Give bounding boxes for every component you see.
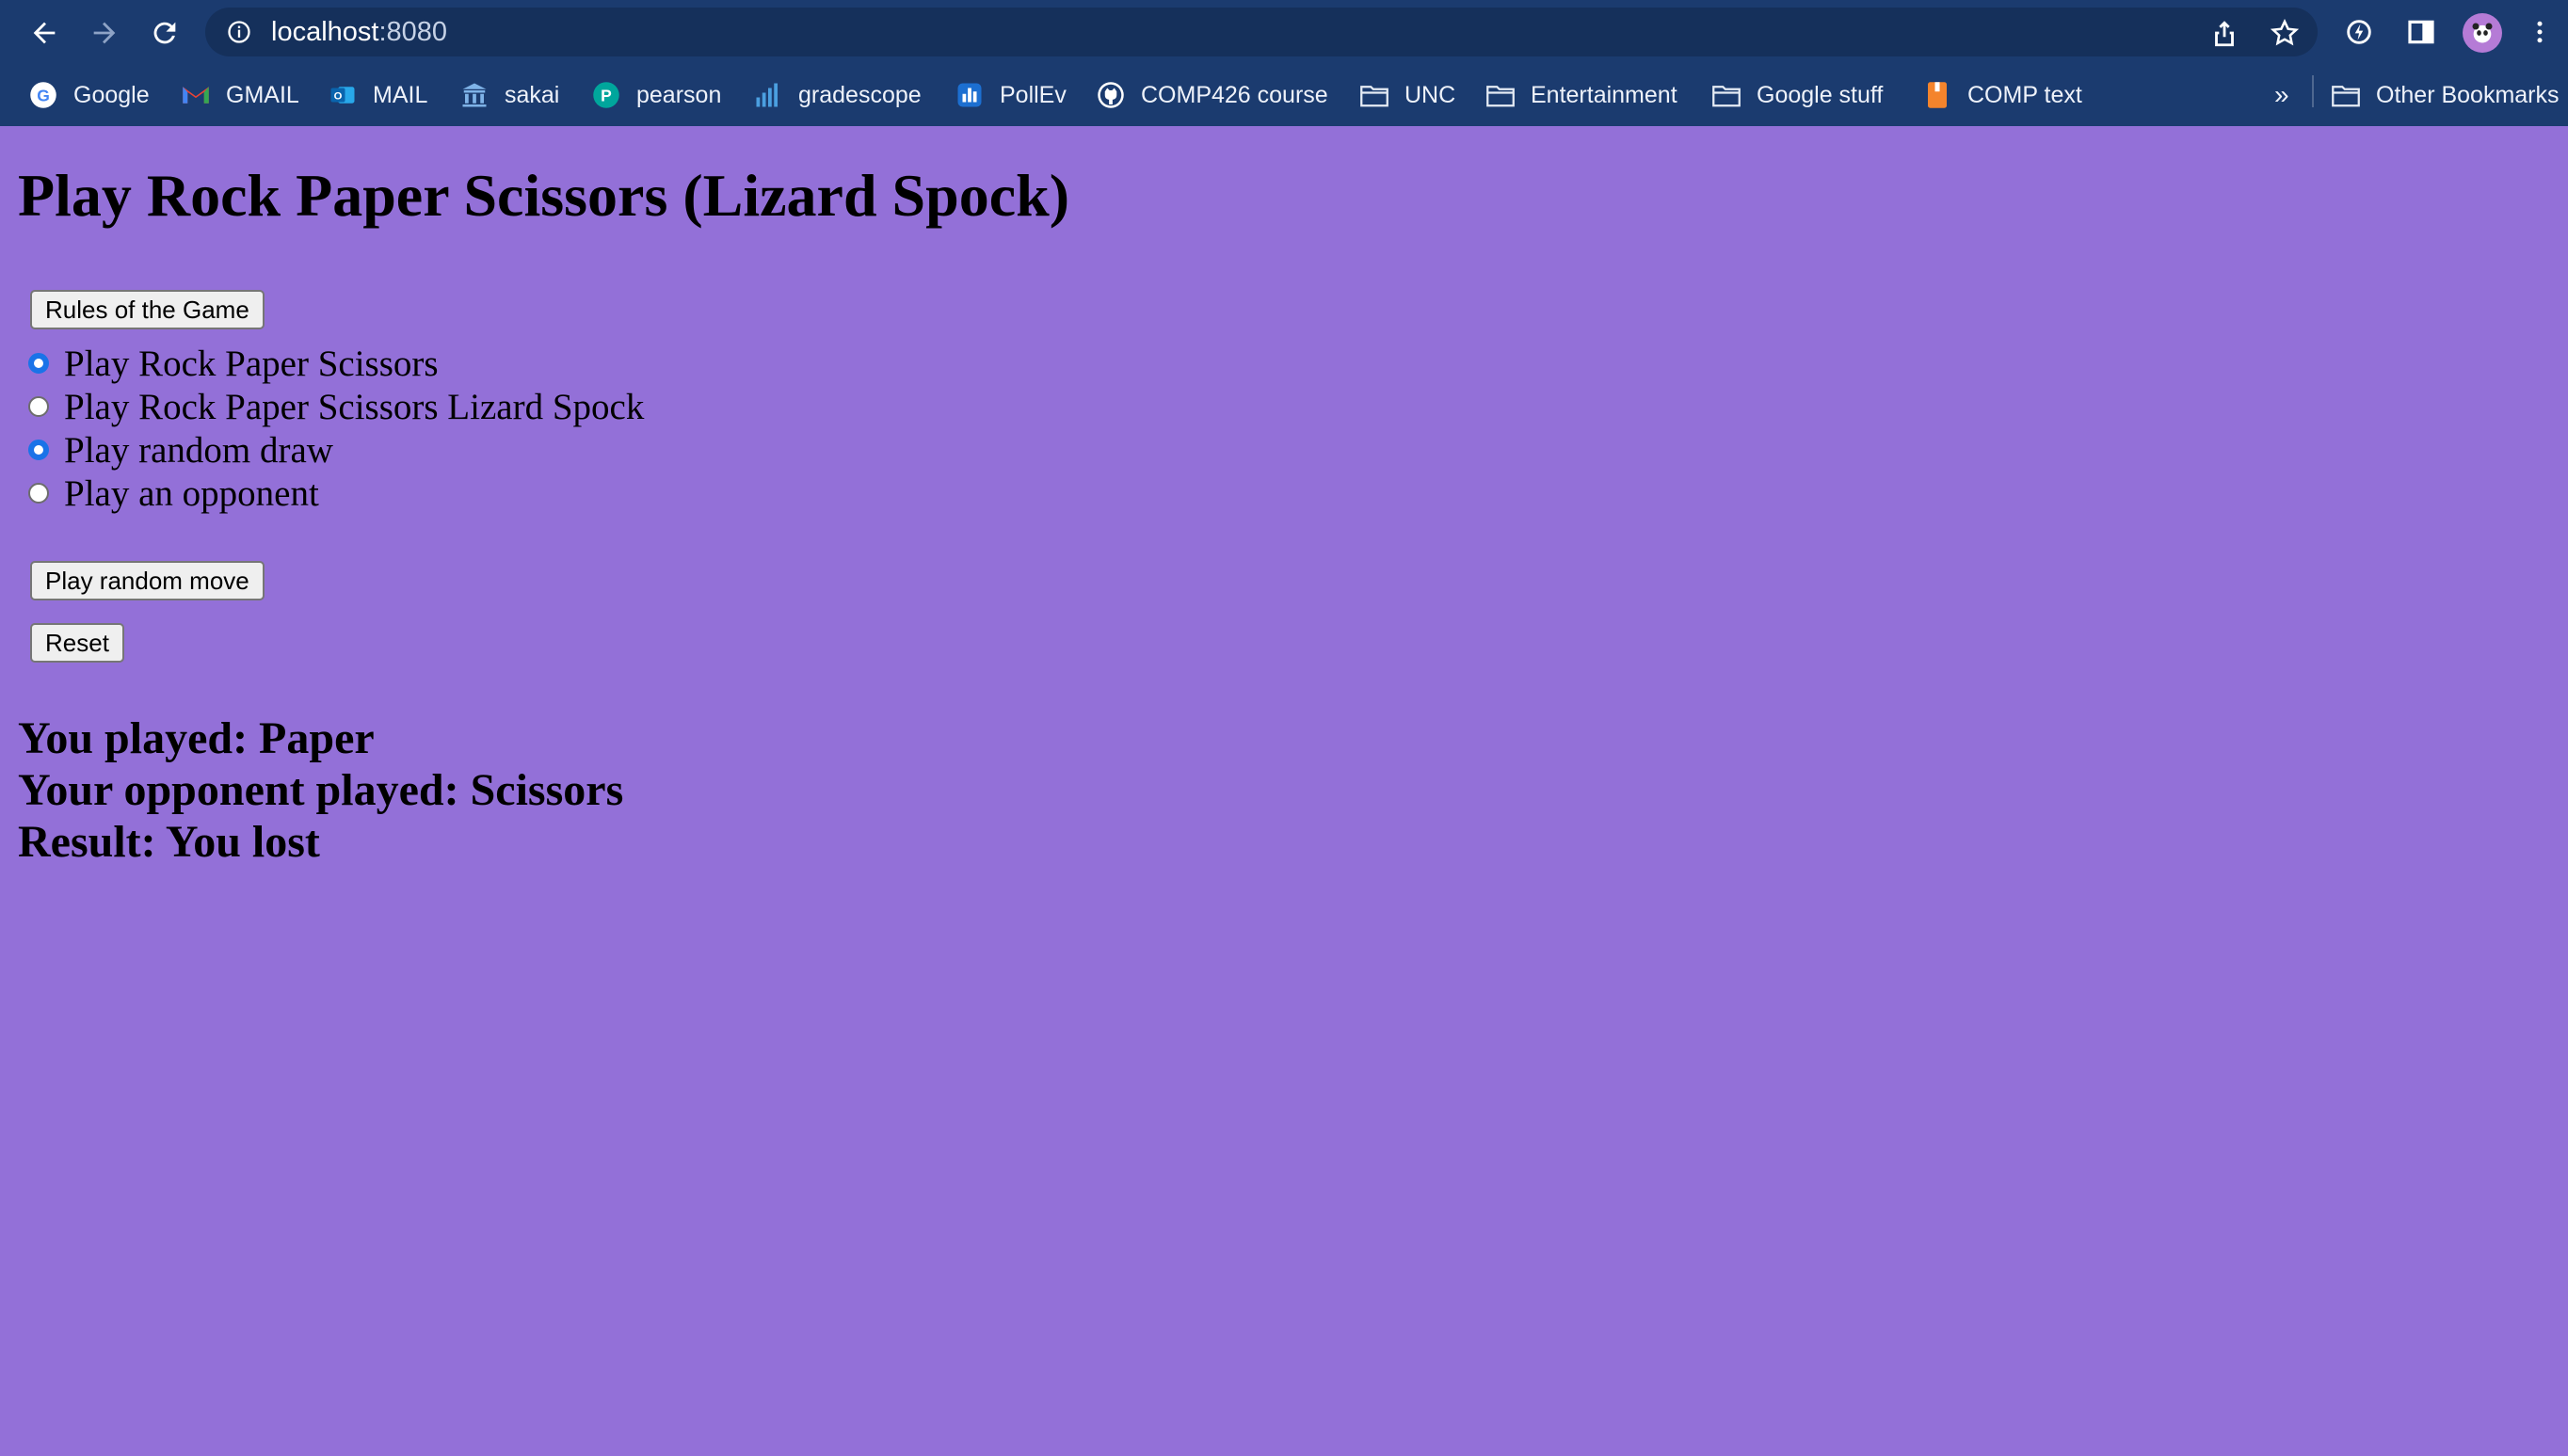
sakai-icon	[459, 80, 490, 110]
option-rps[interactable]: Play Rock Paper Scissors	[28, 343, 439, 384]
play-random-move-button[interactable]: Play random move	[30, 561, 265, 600]
option-label: Play random draw	[64, 429, 333, 471]
bookmark-label: UNC	[1404, 81, 1456, 108]
bookmark-pearson[interactable]: P pearson	[591, 77, 721, 113]
bookmark-label: Google	[73, 81, 150, 108]
github-icon	[1096, 80, 1126, 110]
bookmark-label: Other Bookmarks	[2376, 81, 2560, 108]
bookmark-label: MAIL	[373, 81, 428, 108]
bookmark-label: Entertainment	[1531, 81, 1677, 108]
browser-menu-button[interactable]	[2521, 13, 2559, 51]
radio-rpsls[interactable]	[28, 396, 49, 417]
radio-opponent[interactable]	[28, 483, 49, 504]
pearson-icon: P	[591, 80, 621, 110]
share-icon[interactable]	[2208, 17, 2240, 49]
bookmark-label: Google stuff	[1757, 81, 1884, 108]
google-icon: G	[28, 80, 58, 110]
folder-icon	[1359, 80, 1389, 110]
book-icon	[1922, 80, 1952, 110]
folder-icon	[2331, 80, 2361, 110]
bookmark-entertainment[interactable]: Entertainment	[1485, 77, 1677, 113]
bookmark-label: gradescope	[798, 81, 922, 108]
bookmark-google[interactable]: G Google	[28, 77, 150, 113]
bookmark-star-icon[interactable]	[2269, 17, 2301, 49]
url-text: localhost:8080	[271, 15, 447, 49]
address-bar[interactable]: localhost:8080	[205, 8, 2318, 56]
back-arrow-icon	[33, 22, 56, 44]
bookmark-other-bookmarks[interactable]: Other Bookmarks	[2331, 77, 2560, 113]
page-title: Play Rock Paper Scissors (Lizard Spock)	[18, 162, 1070, 229]
bookmark-label: PollEv	[1000, 81, 1067, 108]
url-port: :8080	[378, 17, 448, 47]
bookmark-label: GMAIL	[226, 81, 299, 108]
gmail-icon	[181, 80, 211, 110]
rules-button[interactable]: Rules of the Game	[30, 290, 265, 329]
result-text: Result: You lost	[18, 817, 320, 867]
you-played-text: You played: Paper	[18, 713, 375, 763]
browser-toolbar: localhost:8080	[0, 0, 2568, 64]
panda-avatar-icon	[2472, 23, 2493, 43]
radio-rps[interactable]	[28, 353, 49, 374]
extension-button[interactable]	[2340, 13, 2378, 51]
bookmark-gmail[interactable]: GMAIL	[181, 77, 299, 113]
option-label: Play Rock Paper Scissors	[64, 343, 439, 384]
bookmarks-bar: G Google GMAIL O MAIL sakai P pearson gr…	[0, 64, 2568, 126]
bookmark-label: sakai	[505, 81, 560, 108]
option-rpsls[interactable]: Play Rock Paper Scissors Lizard Spock	[28, 386, 644, 427]
bookmark-comp-text[interactable]: COMP text	[1922, 77, 2082, 113]
url-host: localhost	[271, 17, 379, 47]
bookmark-mail[interactable]: O MAIL	[328, 77, 427, 113]
svg-text:P: P	[601, 86, 612, 104]
info-icon[interactable]	[226, 19, 252, 45]
svg-text:O: O	[334, 90, 343, 102]
folder-icon	[1485, 80, 1516, 110]
bookmark-google-stuff[interactable]: Google stuff	[1711, 77, 1883, 113]
reset-button[interactable]: Reset	[30, 623, 124, 663]
bookmark-label: pearson	[636, 81, 722, 108]
reload-button[interactable]	[141, 9, 188, 56]
bookmark-label: COMP426 course	[1141, 81, 1328, 108]
outlook-icon: O	[328, 80, 358, 110]
more-vertical-icon	[2537, 21, 2543, 43]
bookmark-gradescope[interactable]: gradescope	[753, 77, 922, 113]
bookmark-unc[interactable]: UNC	[1359, 77, 1455, 113]
opponent-played-text: Your opponent played: Scissors	[18, 765, 624, 815]
forward-arrow-icon	[93, 22, 116, 44]
bookmark-pollev[interactable]: PollEv	[955, 77, 1067, 113]
extension-icon	[2347, 20, 2371, 44]
bookmark-sakai[interactable]: sakai	[459, 77, 559, 113]
option-label: Play an opponent	[64, 472, 319, 514]
browser-chrome: localhost:8080 G Google GMAIL O MAIL sak…	[0, 0, 2568, 126]
reload-icon	[153, 22, 176, 44]
svg-text:G: G	[37, 86, 50, 104]
option-random-draw[interactable]: Play random draw	[28, 429, 333, 471]
bookmark-comp426[interactable]: COMP426 course	[1096, 77, 1328, 113]
folder-icon	[1711, 80, 1741, 110]
radio-random-draw[interactable]	[28, 440, 49, 460]
bookmarks-divider	[2312, 75, 2314, 107]
option-opponent[interactable]: Play an opponent	[28, 472, 319, 514]
pollev-icon	[955, 80, 985, 110]
bookmark-label: COMP text	[1967, 81, 2082, 108]
back-button[interactable]	[21, 9, 68, 56]
bookmarks-overflow-button[interactable]: »	[2274, 77, 2289, 113]
gradescope-icon	[753, 80, 783, 110]
side-panel-button[interactable]	[2402, 13, 2440, 51]
side-panel-icon	[2408, 20, 2434, 44]
profile-avatar[interactable]	[2463, 13, 2502, 53]
forward-button[interactable]	[81, 9, 128, 56]
option-label: Play Rock Paper Scissors Lizard Spock	[64, 386, 645, 427]
